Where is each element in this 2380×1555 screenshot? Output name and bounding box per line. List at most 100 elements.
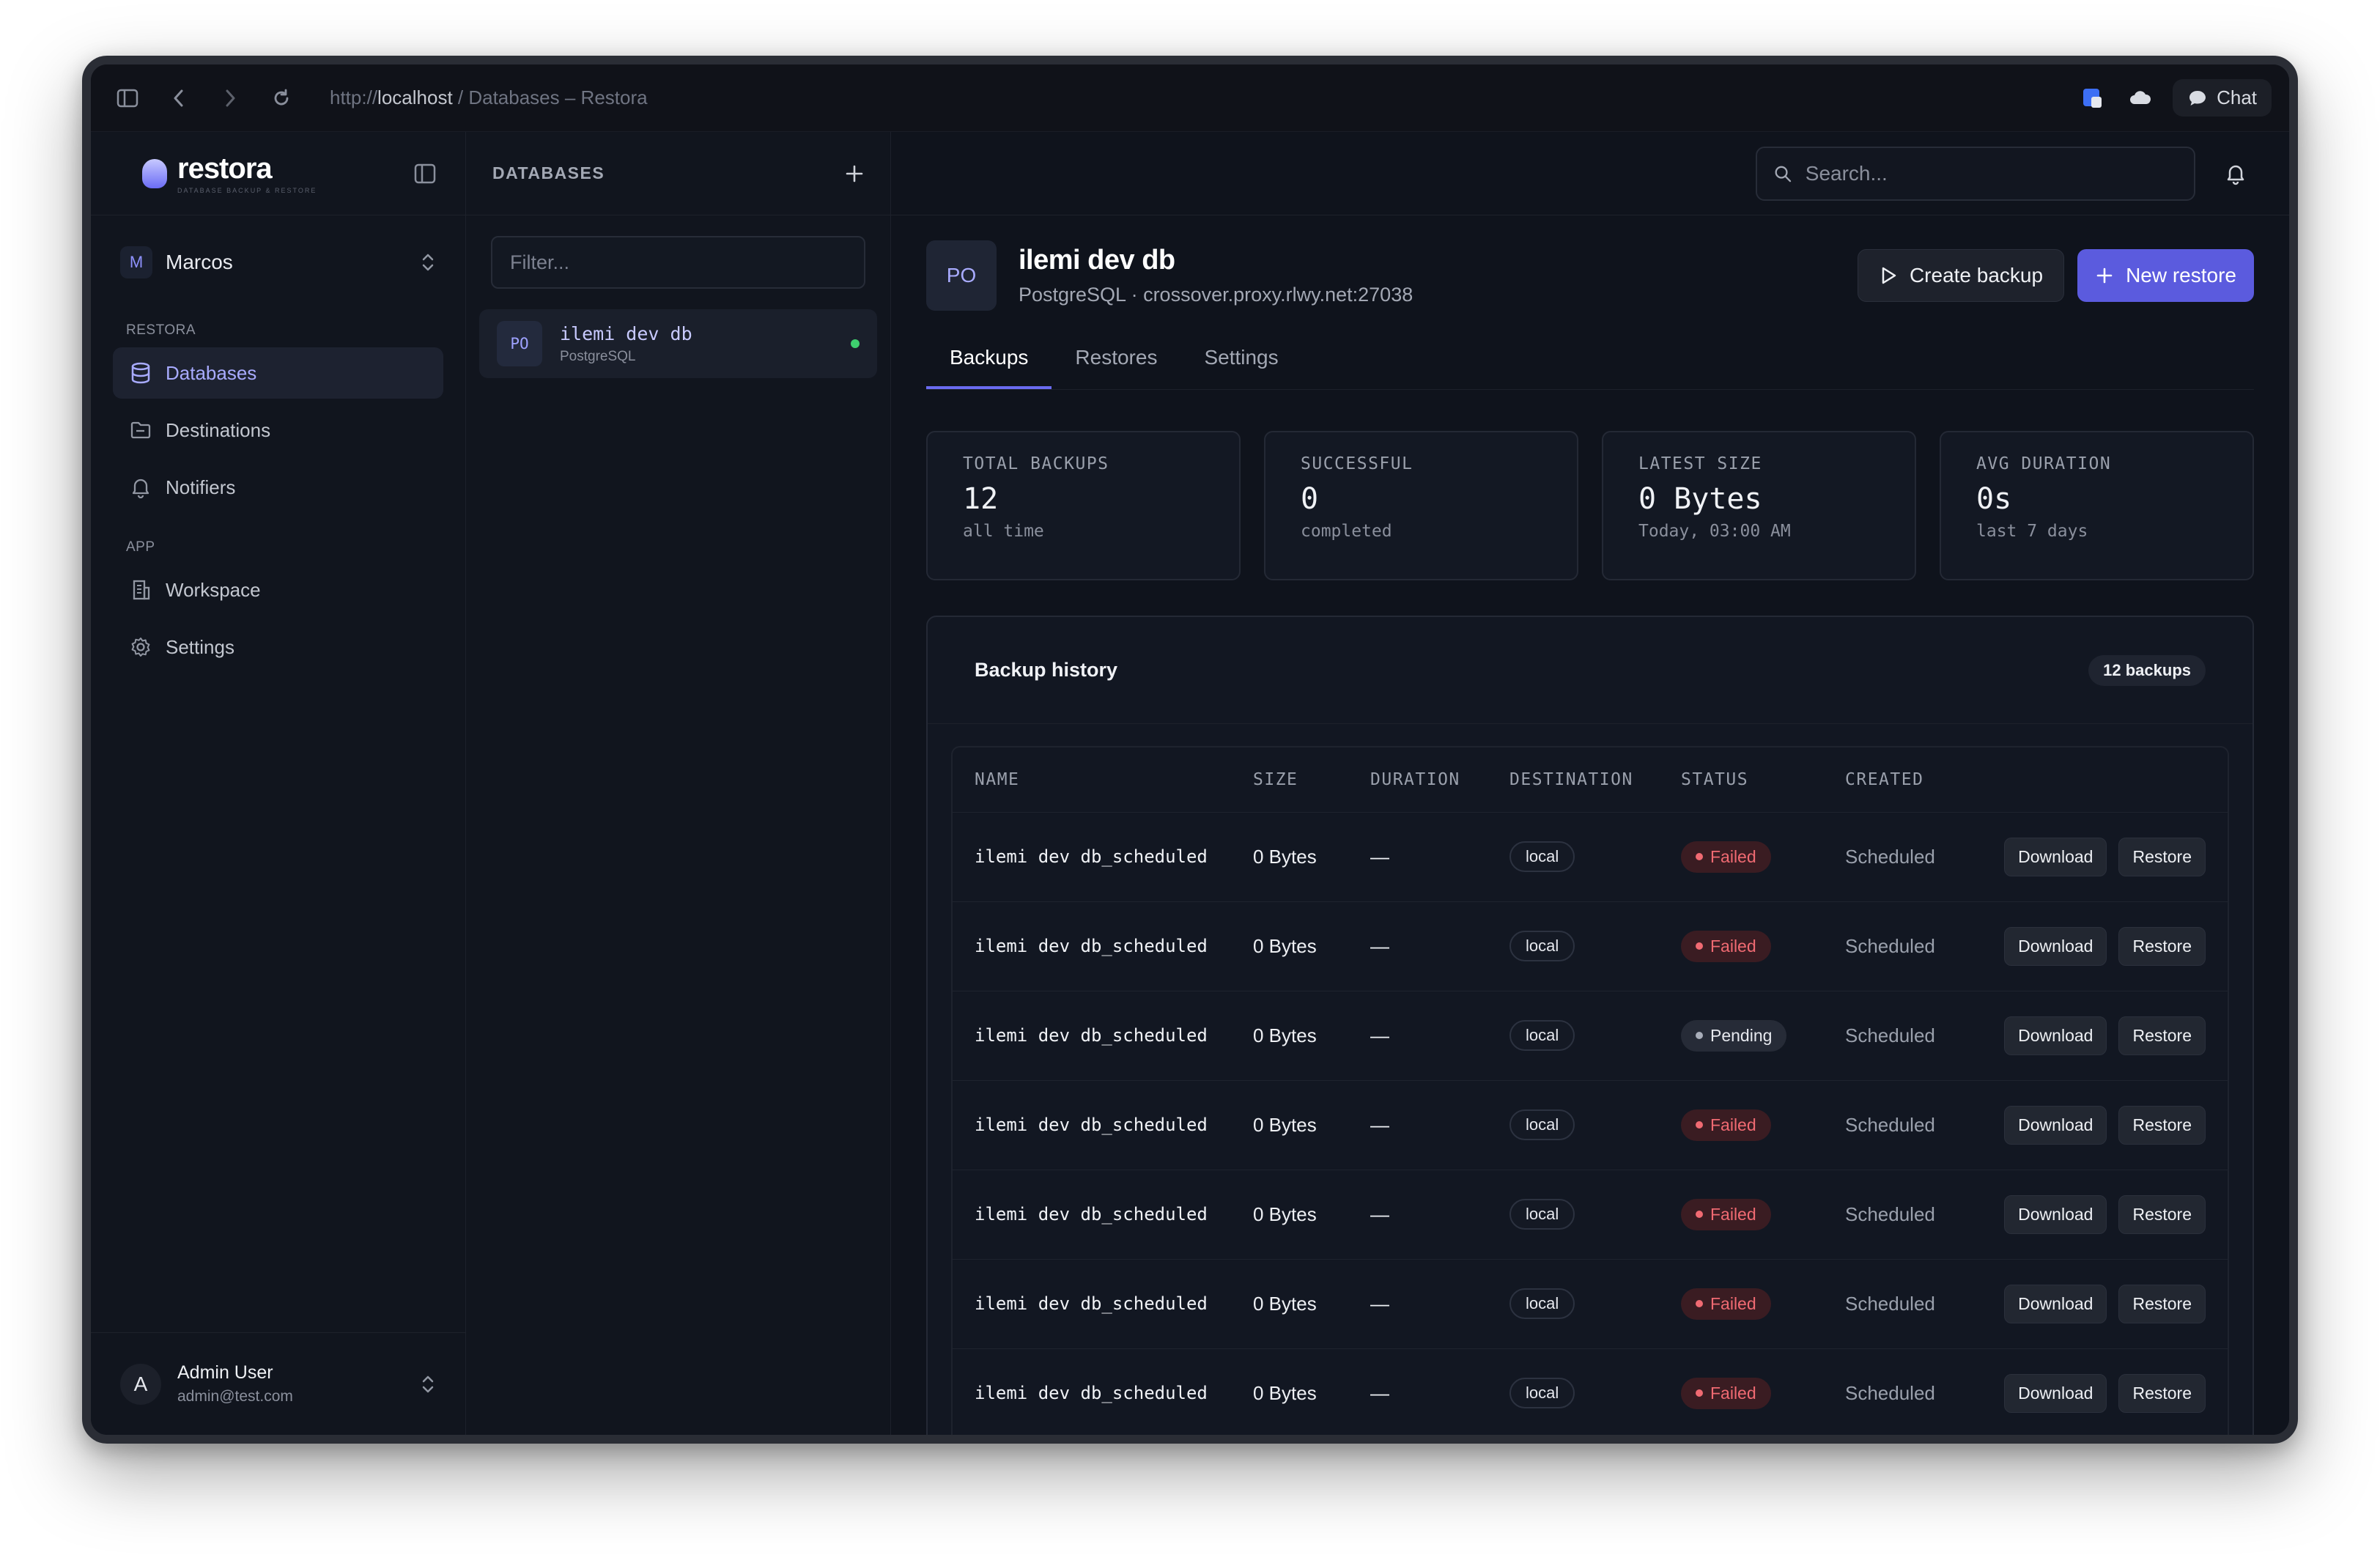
download-button[interactable]: Download xyxy=(2004,926,2107,966)
databases-panel-title: DATABASES xyxy=(492,163,605,182)
download-button[interactable]: Download xyxy=(2004,1194,2107,1234)
restore-button[interactable]: Restore xyxy=(2118,837,2206,876)
table-row: ilemi dev db_scheduled 0 Bytes — local F… xyxy=(953,1259,2228,1349)
sidebar-item-label: Databases xyxy=(166,361,257,384)
new-restore-button[interactable]: New restore xyxy=(2077,249,2254,302)
sidebar-item-workspace[interactable]: Workspace xyxy=(113,564,443,616)
download-button[interactable]: Download xyxy=(2004,837,2107,876)
database-list-item[interactable]: PO ilemi dev db PostgreSQL xyxy=(479,309,877,378)
sidebar-item-settings[interactable]: Settings xyxy=(113,621,443,673)
backup-name: ilemi dev db_scheduled xyxy=(953,901,1231,991)
restore-button[interactable]: Restore xyxy=(2118,1284,2206,1323)
restore-button[interactable]: Restore xyxy=(2118,1194,2206,1234)
add-database-button[interactable] xyxy=(845,164,864,183)
backup-size: 0 Bytes xyxy=(1231,901,1348,991)
sidebar-item-destinations[interactable]: Destinations xyxy=(113,405,443,456)
download-button[interactable]: Download xyxy=(2004,1284,2107,1323)
backup-created: Scheduled xyxy=(1823,901,1948,991)
tab-restores[interactable]: Restores xyxy=(1052,339,1180,389)
main-content: PO ilemi dev db PostgreSQL · crossover.p… xyxy=(891,132,2289,1435)
collapse-sidebar-icon[interactable] xyxy=(414,163,436,184)
create-backup-button[interactable]: Create backup xyxy=(1857,249,2065,302)
backup-destination-cell: local xyxy=(1488,812,1659,902)
status-dot xyxy=(1696,1121,1703,1129)
address-bar[interactable]: http://localhost / Databases – Restora xyxy=(330,86,648,109)
backup-size: 0 Bytes xyxy=(1231,991,1348,1081)
download-button[interactable]: Download xyxy=(2004,1016,2107,1055)
sidebar: restora DATABASE BACKUP & RESTORE M Marc… xyxy=(91,132,466,1435)
backup-table-wrapper: NAME SIZE DURATION DESTINATION STATUS CR… xyxy=(951,746,2229,1435)
url-path: / Databases – Restora xyxy=(452,86,648,108)
backup-status-cell: Failed xyxy=(1659,1259,1823,1349)
column-header-actions xyxy=(1948,747,2228,813)
status-text: Failed xyxy=(1710,1115,1756,1134)
table-row: ilemi dev db_scheduled 0 Bytes — local F… xyxy=(953,1348,2228,1435)
sidebar-toggle-icon[interactable] xyxy=(111,82,144,114)
sidebar-item-databases[interactable]: Databases xyxy=(113,347,443,399)
stats-row: TOTAL BACKUPS 12 all time SUCCESSFUL 0 c… xyxy=(926,431,2254,580)
backup-name: ilemi dev db_scheduled xyxy=(953,1080,1231,1170)
sidebar-item-label: Workspace xyxy=(166,578,261,601)
chevrons-updown-icon xyxy=(420,251,436,273)
backup-destination-cell: local xyxy=(1488,1170,1659,1260)
notifications-bell-icon[interactable] xyxy=(2225,162,2247,185)
user-menu[interactable]: A Admin User admin@test.com xyxy=(91,1332,465,1435)
sidebar-item-notifiers[interactable]: Notifiers xyxy=(113,462,443,513)
filter-input[interactable] xyxy=(510,251,846,274)
status-text: Failed xyxy=(1710,846,1756,866)
page-title: ilemi dev db xyxy=(1019,245,1175,276)
backup-destination-cell: local xyxy=(1488,901,1659,991)
download-button[interactable]: Download xyxy=(2004,1373,2107,1413)
databases-panel: DATABASES PO ilemi dev db PostgreSQL xyxy=(466,132,891,1435)
search-input[interactable] xyxy=(1805,161,2178,185)
backup-size: 0 Bytes xyxy=(1231,1348,1348,1435)
forward-icon[interactable] xyxy=(214,82,246,114)
restore-button[interactable]: Restore xyxy=(2118,1016,2206,1055)
stat-subtext: completed xyxy=(1301,522,1392,541)
browser-toolbar: http://localhost / Databases – Restora C… xyxy=(91,64,2289,132)
destination-pill: local xyxy=(1509,1109,1575,1140)
gear-icon xyxy=(129,635,152,659)
backup-actions: Download Restore xyxy=(1948,1080,2228,1170)
database-type-badge: PO xyxy=(497,321,542,366)
destination-pill: local xyxy=(1509,1199,1575,1230)
restore-button[interactable]: Restore xyxy=(2118,926,2206,966)
backup-created: Scheduled xyxy=(1823,991,1948,1081)
tab-backups[interactable]: Backups xyxy=(926,339,1052,389)
restore-button[interactable]: Restore xyxy=(2118,1105,2206,1145)
status-badge: Failed xyxy=(1681,1288,1771,1320)
tab-bar: Backups Restores Settings xyxy=(926,339,2254,390)
chat-button[interactable]: Chat xyxy=(2173,79,2272,117)
table-row: ilemi dev db_scheduled 0 Bytes — local F… xyxy=(953,1170,2228,1260)
backup-destination-cell: local xyxy=(1488,991,1659,1081)
nav-section-title-app: APP xyxy=(126,539,155,555)
reload-icon[interactable] xyxy=(265,82,298,114)
backup-duration: — xyxy=(1348,1259,1488,1349)
status-badge: Failed xyxy=(1681,1109,1771,1141)
back-icon[interactable] xyxy=(163,82,195,114)
backup-status-cell: Failed xyxy=(1659,812,1823,902)
nav-section-title-restora: RESTORA xyxy=(126,322,196,338)
backup-name: ilemi dev db_scheduled xyxy=(953,991,1231,1081)
online-status-dot xyxy=(851,339,860,348)
column-header-duration: DURATION xyxy=(1348,747,1488,813)
shield-extension-icon[interactable] xyxy=(2076,82,2108,114)
status-dot xyxy=(1696,1211,1703,1218)
column-header-destination: DESTINATION xyxy=(1488,747,1659,813)
chat-bubble-icon xyxy=(2189,90,2206,106)
backup-status-cell: Failed xyxy=(1659,901,1823,991)
status-badge: Failed xyxy=(1681,1198,1771,1230)
backup-duration: — xyxy=(1348,991,1488,1081)
backup-duration: — xyxy=(1348,901,1488,991)
download-button[interactable]: Download xyxy=(2004,1105,2107,1145)
tab-settings[interactable]: Settings xyxy=(1180,339,1301,389)
restore-button[interactable]: Restore xyxy=(2118,1373,2206,1413)
database-type: PostgreSQL xyxy=(560,348,636,364)
backup-status-cell: Failed xyxy=(1659,1348,1823,1435)
workspace-switcher[interactable]: M Marcos xyxy=(91,242,465,283)
sidebar-item-label: Settings xyxy=(166,635,234,658)
status-badge: Failed xyxy=(1681,841,1771,873)
user-email: admin@test.com xyxy=(177,1388,293,1405)
cloud-icon[interactable] xyxy=(2124,82,2157,114)
stat-card-latest-size: LATEST SIZE 0 Bytes Today, 03:00 AM xyxy=(1602,431,1916,580)
